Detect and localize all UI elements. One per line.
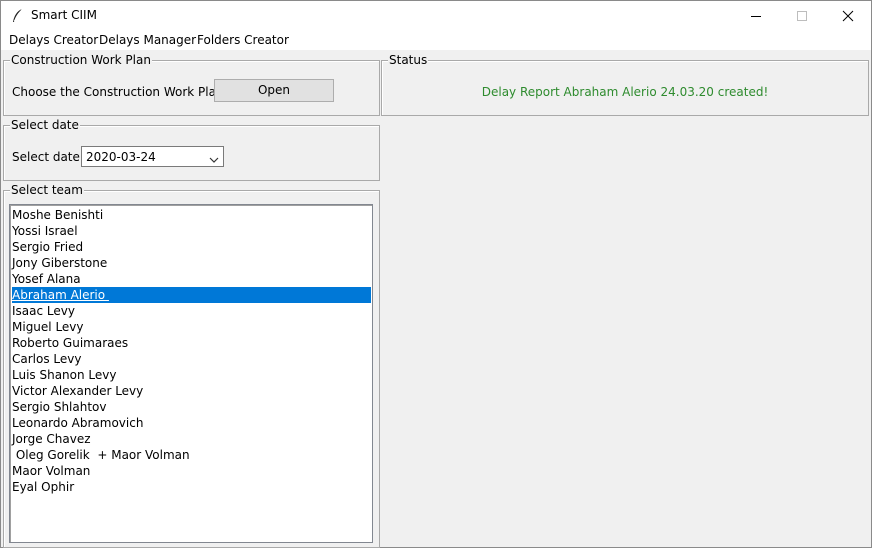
app-window: Smart CIIM Delays Creator Delays Manager…	[0, 0, 872, 548]
window-title: Smart CIIM	[31, 8, 97, 22]
frame-title: Select team	[10, 183, 84, 197]
list-item[interactable]: Yosef Alana	[12, 271, 371, 287]
select-team-frame: Select team Moshe Benishti Yossi Israel Se…	[3, 183, 380, 548]
list-item[interactable]: Moshe Benishti	[12, 207, 371, 223]
list-item[interactable]: Isaac Levy	[12, 303, 371, 319]
list-item[interactable]: Abraham Alerio	[12, 287, 371, 303]
select-date-frame: Select date Select date: 2020-03-24	[3, 118, 380, 181]
menu-folders-creator[interactable]: Folders Creator	[197, 33, 289, 47]
list-item[interactable]: Yossi Israel	[12, 223, 371, 239]
list-item[interactable]: Oleg Gorelik + Maor Volman	[12, 447, 371, 463]
list-item[interactable]: Victor Alexander Levy	[12, 383, 371, 399]
status-message: Delay Report Abraham Alerio 24.03.20 cre…	[481, 85, 769, 99]
list-item[interactable]: Carlos Levy	[12, 351, 371, 367]
title-bar: Smart CIIM	[1, 1, 871, 31]
list-item[interactable]: Eyal Ophir	[12, 479, 371, 495]
select-date-label: Select date:	[12, 150, 84, 164]
minimize-icon	[751, 16, 761, 17]
list-item[interactable]: Jony Giberstone	[12, 255, 371, 271]
feather-icon	[11, 8, 25, 24]
work-plan-label: Choose the Construction Work Plan:	[12, 85, 228, 99]
list-item[interactable]: Maor Volman	[12, 463, 371, 479]
list-item[interactable]: Sergio Fried	[12, 239, 371, 255]
maximize-icon	[797, 11, 807, 21]
close-button[interactable]	[825, 1, 871, 31]
list-item[interactable]: Luis Shanon Levy	[12, 367, 371, 383]
open-button[interactable]: Open	[214, 79, 334, 102]
date-value: 2020-03-24	[86, 150, 156, 164]
close-icon	[842, 10, 854, 22]
menu-delays-manager[interactable]: Delays Manager	[99, 33, 196, 47]
status-frame: Status Delay Report Abraham Alerio 24.03…	[381, 53, 869, 116]
minimize-button[interactable]	[733, 1, 779, 31]
menu-delays-creator[interactable]: Delays Creator	[9, 33, 98, 47]
chevron-down-icon[interactable]	[209, 153, 219, 167]
maximize-button[interactable]	[779, 1, 825, 31]
frame-title: Status	[388, 53, 429, 67]
list-item[interactable]: Miguel Levy	[12, 319, 371, 335]
list-item[interactable]: Roberto Guimaraes	[12, 335, 371, 351]
menu-bar: Delays Creator Delays Manager Folders Cr…	[1, 31, 871, 50]
date-combobox[interactable]: 2020-03-24	[81, 146, 224, 167]
list-item[interactable]: Sergio Shlahtov	[12, 399, 371, 415]
frame-title: Select date	[10, 118, 80, 132]
list-item[interactable]: Jorge Chavez	[12, 431, 371, 447]
list-item[interactable]: Leonardo Abramovich	[12, 415, 371, 431]
frame-title: Construction Work Plan	[10, 53, 152, 67]
construction-work-plan-frame: Construction Work Plan Choose the Constr…	[3, 53, 380, 116]
team-listbox[interactable]: Moshe Benishti Yossi Israel Sergio Fried Jo…	[9, 204, 373, 543]
